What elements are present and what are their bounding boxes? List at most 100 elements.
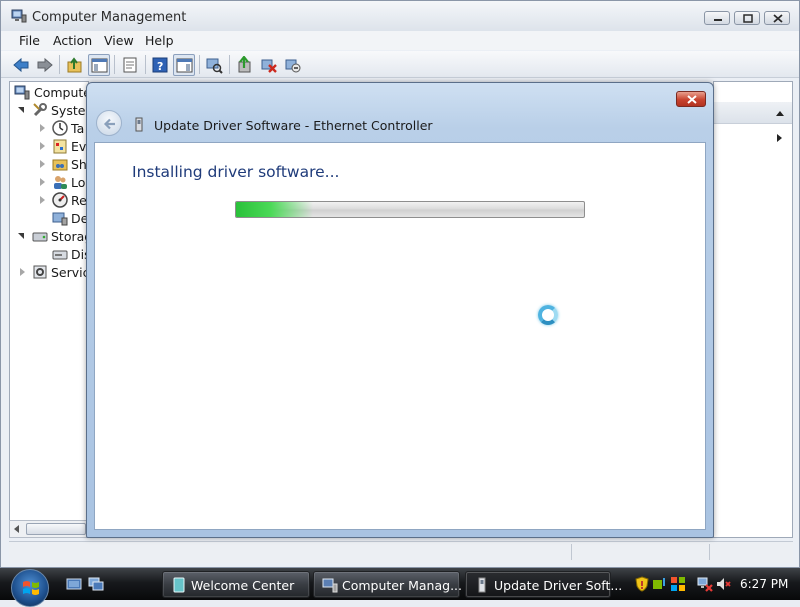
performance-icon (52, 192, 68, 208)
window-title: Computer Management (32, 10, 187, 25)
install-status-heading: Installing driver software... (132, 163, 340, 181)
tree-item-local-users[interactable]: Lo (40, 174, 88, 190)
tree-item-shared-folders[interactable]: Sh (40, 156, 88, 172)
disk-icon (52, 250, 68, 260)
actions-header[interactable] (714, 102, 792, 124)
close-icon (773, 14, 783, 23)
scroll-thumb[interactable] (26, 523, 86, 535)
switch-windows-icon[interactable] (88, 576, 104, 592)
storage-icon (32, 232, 48, 242)
title-bar[interactable]: Computer Management (1, 1, 799, 31)
collapse-up-icon[interactable] (776, 111, 784, 116)
tools-icon (33, 103, 47, 117)
expand-closed-icon[interactable] (20, 268, 25, 276)
security-alert-icon[interactable] (634, 576, 650, 592)
menu-help[interactable]: Help (145, 33, 174, 48)
tree-item-label: Ta (71, 121, 85, 136)
tree-item-device-manager[interactable]: De (52, 210, 88, 226)
close-button[interactable] (764, 11, 790, 25)
computer-management-icon (14, 85, 30, 100)
expand-closed-icon[interactable] (40, 160, 45, 168)
disable-device-button[interactable] (258, 54, 280, 76)
show-hide-tree-icon (91, 58, 108, 73)
tree-item-task-scheduler[interactable]: Ta (40, 120, 88, 136)
device-manager-icon (52, 212, 68, 226)
properties-icon (123, 57, 137, 73)
menu-file[interactable]: File (19, 33, 40, 48)
scan-hardware-button[interactable] (203, 54, 225, 76)
menu-bar: File Action View Help (1, 31, 799, 50)
uninstall-device-icon (285, 59, 301, 73)
tree-item-system-tools[interactable]: System (18, 102, 88, 118)
start-button[interactable] (11, 569, 49, 607)
taskbar-button-welcome-center[interactable]: Welcome Center (162, 571, 310, 598)
windows-update-icon[interactable] (652, 576, 668, 592)
computer-management-icon (322, 578, 338, 593)
expand-closed-icon[interactable] (40, 142, 45, 150)
security-center-icon[interactable] (670, 576, 686, 592)
back-button[interactable] (10, 54, 32, 76)
action-pane-icon (176, 58, 193, 73)
dialog-close-button[interactable] (676, 91, 706, 107)
tree-item-label: Storag (51, 229, 89, 244)
volume-icon[interactable] (715, 576, 731, 592)
show-hide-tree-button[interactable] (88, 54, 110, 76)
status-bar (9, 541, 793, 563)
more-actions-icon[interactable] (777, 134, 782, 142)
console-tree[interactable]: Computer System Ta Eve Sh Lo (9, 81, 89, 538)
tree-horizontal-scrollbar[interactable] (9, 520, 89, 538)
update-driver-button[interactable] (234, 54, 256, 76)
expand-closed-icon[interactable] (40, 178, 45, 186)
back-arrow-icon (13, 57, 29, 73)
tree-item-services[interactable]: Service (20, 264, 88, 280)
expand-closed-icon[interactable] (40, 124, 45, 132)
forward-button[interactable] (34, 54, 56, 76)
wizard-content: Installing driver software... (94, 142, 706, 530)
back-arrow-icon (103, 118, 115, 130)
taskbar-button-update-driver[interactable]: Update Driver Soft... (465, 571, 622, 598)
tree-item-storage[interactable]: Storag (18, 228, 89, 244)
taskbar-button-label: Computer Manag... (342, 578, 462, 593)
welcome-center-icon (173, 577, 185, 593)
toolbar: ? (1, 51, 799, 78)
tree-item-label: Computer (34, 85, 88, 100)
clock[interactable]: 6:27 PM (740, 577, 788, 591)
tree-item-event-viewer[interactable]: Eve (40, 138, 88, 154)
maximize-button[interactable] (734, 11, 760, 25)
wizard-back-button[interactable] (96, 110, 122, 136)
minimize-icon (714, 19, 722, 21)
scroll-left-icon[interactable] (14, 525, 19, 533)
toolbar-separator (199, 55, 200, 74)
tree-item-label: System (51, 103, 88, 118)
dialog-title: Update Driver Software - Ethernet Contro… (154, 118, 433, 133)
menu-view[interactable]: View (104, 33, 134, 48)
status-divider (571, 544, 572, 560)
toolbar-separator (229, 55, 230, 74)
install-progress-bar (235, 201, 585, 218)
expand-closed-icon[interactable] (40, 196, 45, 204)
tree-item-reliability[interactable]: Re (40, 192, 88, 208)
expand-open-icon[interactable] (18, 107, 24, 113)
taskbar-button-computer-management[interactable]: Computer Manag... (313, 571, 462, 598)
computer-management-icon (11, 9, 27, 23)
taskbar-button-label: Welcome Center (191, 578, 295, 593)
tree-item-label: Re (71, 193, 87, 208)
expand-open-icon[interactable] (18, 233, 24, 239)
menu-action[interactable]: Action (53, 33, 92, 48)
properties-button[interactable] (119, 54, 141, 76)
minimize-button[interactable] (704, 11, 730, 25)
tree-item-disk-management[interactable]: Dis (52, 246, 88, 262)
show-desktop-icon[interactable] (66, 576, 82, 592)
update-driver-icon (238, 56, 251, 73)
event-viewer-icon (53, 139, 67, 154)
tree-item-computer[interactable]: Computer (14, 84, 88, 100)
action-pane-button[interactable] (173, 54, 195, 76)
network-disconnected-icon[interactable] (697, 576, 713, 592)
disable-device-icon (261, 59, 277, 73)
status-divider (709, 544, 710, 560)
taskbar: Welcome Center Computer Manag... Update … (0, 568, 800, 607)
up-one-level-button[interactable] (64, 54, 86, 76)
svg-text:?: ? (157, 60, 163, 73)
uninstall-device-button[interactable] (282, 54, 304, 76)
help-button[interactable]: ? (149, 54, 171, 76)
